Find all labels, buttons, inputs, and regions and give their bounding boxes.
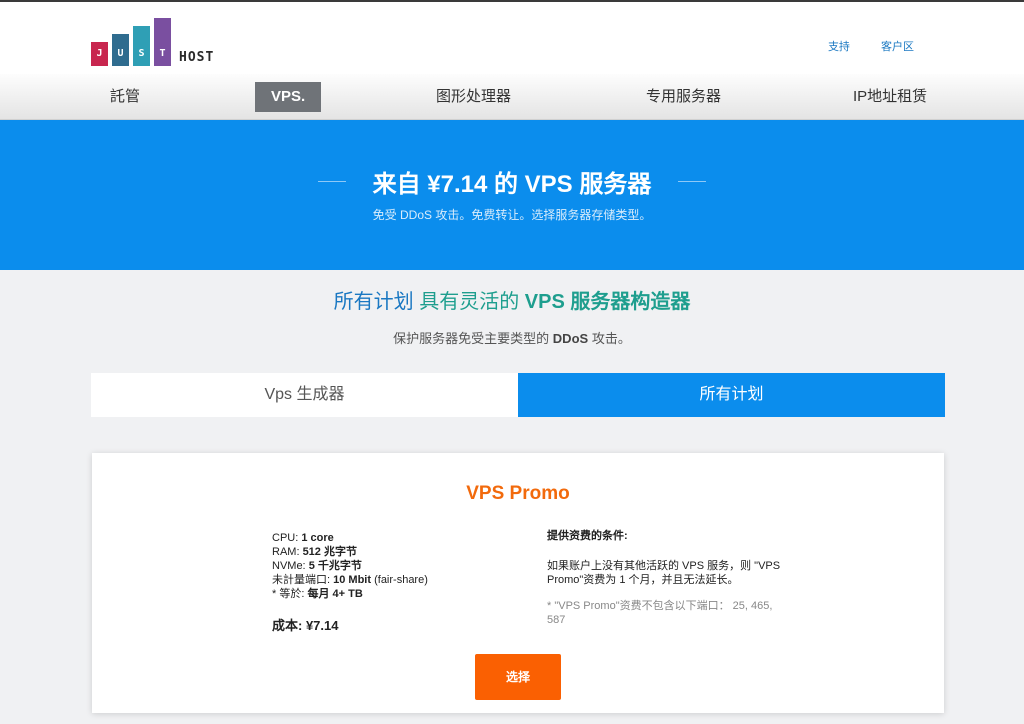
plan-conditions: 提供资费的条件: 如果账户上没有其他活跃的 VPS 服务，则 "VPS Prom…	[547, 529, 787, 627]
justhost-logo[interactable]: J U S T HOST	[91, 18, 231, 66]
section-title-part-c: VPS 服务器构造器	[524, 291, 691, 313]
hero-subtitle: 免受 DDoS 攻击。免费转让。选择服务器存储类型。	[372, 208, 652, 222]
section-sub-part-b: DDoS	[552, 331, 589, 346]
logo-letter-t: T	[154, 18, 171, 66]
spec-row-traffic: * 等於: 每月 4+ TB	[272, 587, 428, 601]
select-plan-button[interactable]: 选择	[475, 654, 561, 700]
hero-title-row: 来自 ¥7.14 的 VPS 服务器	[0, 164, 1024, 199]
plan-specs: CPU: 1 core RAM: 512 兆字节 NVMe: 5 千兆字节 未計…	[272, 531, 428, 601]
spec-value: 每月 4+ TB	[307, 588, 363, 600]
conditions-text: 如果账户上没有其他活跃的 VPS 服务，则 "VPS Promo"资费为 1 个…	[547, 560, 781, 586]
logo-letter-s: S	[133, 26, 150, 66]
spec-value: 1 core	[301, 532, 334, 544]
spec-label: NVMe:	[272, 560, 306, 572]
section-title: 所有计划 具有灵活的 VPS 服务器构造器	[0, 285, 1024, 314]
section-title-part-a: 所有计划	[333, 291, 414, 313]
site-header: J U S T HOST 支持 客户区	[0, 0, 1024, 74]
spec-row-port: 未計量端口: 10 Mbit (fair-share)	[272, 573, 428, 587]
spec-value: 10 Mbit	[333, 574, 372, 586]
nav-item-hosting[interactable]: 託管	[110, 74, 140, 120]
spec-value: 5 千兆字节	[308, 560, 362, 572]
nav-item-gpu[interactable]: 图形处理器	[436, 74, 511, 120]
tab-all-plans[interactable]: 所有计划	[518, 373, 945, 417]
logo-letter-j: J	[91, 42, 108, 66]
section-sub-part-a: 保护服务器免受主要类型的	[393, 331, 550, 346]
hero-banner: 来自 ¥7.14 的 VPS 服务器 免受 DDoS 攻击。免费转让。选择服务器…	[0, 120, 1024, 270]
nav-item-ip-rental[interactable]: IP地址租赁	[853, 74, 927, 120]
spec-value: 512 兆字节	[302, 546, 357, 558]
nav-item-dedicated[interactable]: 专用服务器	[646, 74, 721, 120]
spec-label: CPU:	[272, 532, 299, 544]
section-sub-part-c: 攻击。	[591, 331, 631, 346]
conditions-note: * "VPS Promo"资费不包含以下端口： 25, 465, 587	[547, 600, 773, 626]
hero-line-left	[318, 181, 347, 182]
plan-name: VPS Promo	[466, 483, 570, 504]
nav-item-vps[interactable]: VPS.	[255, 82, 322, 112]
support-link[interactable]: 支持	[828, 41, 850, 53]
spec-label: 未計量端口:	[272, 574, 331, 586]
spec-row-cpu: CPU: 1 core	[272, 531, 428, 545]
logo-letter-u: U	[112, 34, 129, 66]
hero-line-right	[677, 181, 706, 182]
spec-row-ram: RAM: 512 兆字节	[272, 545, 428, 559]
plan-card: VPS Promo CPU: 1 core RAM: 512 兆字节 NVMe:…	[92, 453, 944, 713]
spec-extra: (fair-share)	[374, 574, 428, 586]
section-subtitle: 保护服务器免受主要类型的 DDoS 攻击。	[0, 328, 1024, 347]
plan-cost: 成本: ¥7.14	[272, 618, 339, 633]
hero-title: 来自 ¥7.14 的 VPS 服务器	[372, 171, 652, 198]
spec-row-nvme: NVMe: 5 千兆字节	[272, 559, 428, 573]
top-links: 支持 客户区	[800, 38, 914, 54]
spec-label: RAM:	[272, 546, 300, 558]
section-title-part-b: 具有灵活的	[419, 291, 520, 313]
logo-word: HOST	[179, 50, 215, 65]
client-area-link[interactable]: 客户区	[881, 41, 914, 53]
main-nav: 託管 VPS. 图形处理器 专用服务器 IP地址租赁	[0, 74, 1024, 120]
conditions-title: 提供资费的条件:	[547, 530, 628, 542]
tab-vps-builder[interactable]: Vps 生成器	[91, 373, 518, 417]
plan-tabs: Vps 生成器 所有计划	[91, 373, 945, 417]
spec-label: * 等於:	[272, 588, 305, 600]
